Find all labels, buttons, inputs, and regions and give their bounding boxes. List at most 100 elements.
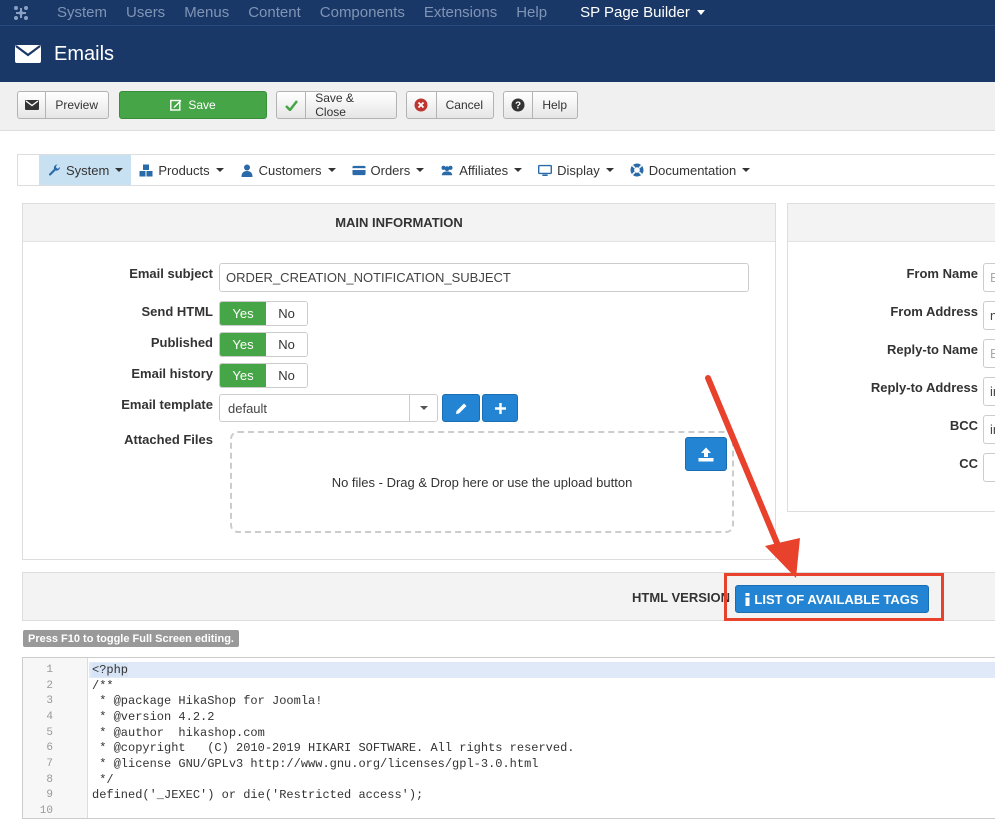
menu-affiliates-label: Affiliates (459, 162, 509, 178)
page-header: Emails (0, 25, 995, 82)
caret-down-icon (696, 10, 705, 15)
line-number: 5 (46, 726, 53, 739)
svg-text:?: ? (515, 101, 521, 112)
save-button[interactable]: Save (119, 91, 267, 119)
info-icon (745, 592, 750, 606)
nav-sp-page-builder[interactable]: SP Page Builder (580, 4, 705, 21)
email-template-value: default (228, 400, 268, 416)
nav-menus[interactable]: Menus (184, 4, 229, 21)
published-toggle: Yes No (219, 332, 308, 357)
save-close-button[interactable]: Save & Close (276, 91, 397, 119)
cc-label: CC (959, 456, 978, 471)
joomla-logo-icon[interactable] (0, 0, 42, 25)
wrench-icon (47, 163, 61, 177)
code-text: defined('_JEXEC') or die('Restricted acc… (92, 788, 424, 803)
bcc-field[interactable]: ir (983, 415, 995, 444)
send-html-yes[interactable]: Yes (220, 302, 266, 325)
menu-display-label: Display (557, 162, 600, 178)
email-history-label: Email history (131, 366, 213, 381)
caret-down-icon (514, 168, 523, 172)
from-address-field[interactable]: n (983, 301, 995, 330)
fullscreen-hint: Press F10 to toggle Full Screen editing. (23, 630, 239, 647)
code-line: 4 * @version 4.2.2 (23, 709, 995, 725)
caret-down-icon (605, 168, 614, 172)
users-icon (440, 164, 454, 176)
from-address-label: From Address (890, 304, 978, 319)
preview-button[interactable]: Preview (17, 91, 109, 119)
menu-products[interactable]: Products (131, 155, 231, 185)
main-information-panel: MAIN INFORMATION Email subject ORDER_CRE… (22, 203, 776, 560)
email-history-no[interactable]: No (266, 364, 307, 387)
code-text: /** (92, 678, 114, 693)
nav-components[interactable]: Components (320, 4, 405, 21)
add-template-button[interactable] (482, 394, 518, 422)
attached-files-label: Attached Files (124, 432, 213, 447)
email-subject-field[interactable]: ORDER_CREATION_NOTIFICATION_SUBJECT (219, 263, 749, 292)
nav-help[interactable]: Help (516, 4, 547, 21)
email-history-yes[interactable]: Yes (220, 364, 266, 387)
code-text: * @version 4.2.2 (92, 709, 215, 724)
line-number: 9 (46, 789, 53, 802)
help-button[interactable]: ? Help (503, 91, 578, 119)
email-template-select[interactable]: default (219, 394, 438, 422)
published-no[interactable]: No (266, 333, 307, 356)
line-number: 10 (39, 805, 53, 818)
send-html-no[interactable]: No (266, 302, 307, 325)
caret-down-icon (327, 168, 336, 172)
menu-documentation[interactable]: Documentation (622, 155, 758, 185)
menu-system[interactable]: System (39, 155, 132, 185)
hikashop-menubar: System Products Customers Orders Affilia… (17, 154, 995, 186)
sender-settings-header (788, 204, 995, 242)
published-label: Published (150, 335, 213, 350)
menu-documentation-label: Documentation (648, 162, 737, 178)
envelope-icon (18, 92, 47, 118)
menu-display[interactable]: Display (530, 155, 622, 185)
menu-affiliates[interactable]: Affiliates (432, 155, 530, 185)
pencil-icon (455, 402, 468, 415)
upload-icon (698, 447, 714, 462)
upload-button[interactable] (685, 437, 727, 471)
toolbar: Preview Save Save & Close Cancel ? Help (0, 82, 995, 131)
cc-field[interactable] (983, 453, 995, 482)
save-label: Save (188, 98, 216, 112)
html-code-editor[interactable]: 1 <?php 2/** 3 * @package HikaShop for Joom… (22, 657, 995, 819)
nav-extensions[interactable]: Extensions (424, 4, 497, 21)
from-name-label: From Name (906, 266, 978, 281)
email-template-label: Email template (121, 397, 213, 412)
file-dropzone[interactable]: No files - Drag & Drop here or use the u… (230, 431, 734, 533)
caret-down-icon (215, 168, 224, 172)
nav-content[interactable]: Content (248, 4, 301, 21)
email-subject-label: Email subject (129, 266, 213, 281)
sender-settings-panel: From Name E From Address n Reply-to Name… (787, 203, 995, 512)
list-available-tags-button[interactable]: LIST OF AVAILABLE TAGS (735, 585, 929, 613)
from-name-field[interactable]: E (983, 263, 995, 292)
replyto-name-field[interactable]: E (983, 339, 995, 368)
menu-orders[interactable]: Orders (344, 155, 433, 185)
active-line-highlight (89, 662, 995, 678)
edit-template-button[interactable] (442, 394, 480, 422)
user-icon (240, 164, 254, 177)
cancel-button[interactable]: Cancel (406, 91, 494, 119)
page-title: Emails (54, 42, 115, 65)
menu-customers[interactable]: Customers (232, 155, 344, 185)
nav-system[interactable]: System (57, 4, 107, 21)
question-circle-icon: ? (504, 92, 534, 118)
code-line: 9 defined('_JEXEC') or die('Restricted ac… (23, 788, 995, 804)
cancel-label: Cancel (445, 98, 483, 112)
select-arrow-icon (409, 395, 437, 421)
check-icon (277, 92, 307, 118)
preview-label: Preview (55, 98, 98, 112)
code-text: */ (92, 772, 114, 787)
published-yes[interactable]: Yes (220, 333, 266, 356)
html-version-bar: HTML VERSION LIST OF AVAILABLE TAGS (22, 572, 995, 621)
code-text: <?php (92, 662, 129, 677)
replyto-address-field[interactable]: ir (983, 377, 995, 406)
code-text: * @license GNU/GPLv3 http://www.gnu.org/… (92, 757, 539, 772)
replyto-name-label: Reply-to Name (886, 342, 978, 357)
envelope-icon (15, 45, 41, 63)
code-text: * @package HikaShop for Joomla! (92, 694, 323, 709)
caret-down-icon (416, 168, 425, 172)
caret-down-icon (742, 168, 751, 172)
nav-users[interactable]: Users (126, 4, 165, 21)
code-line: 2 /** (23, 678, 995, 694)
